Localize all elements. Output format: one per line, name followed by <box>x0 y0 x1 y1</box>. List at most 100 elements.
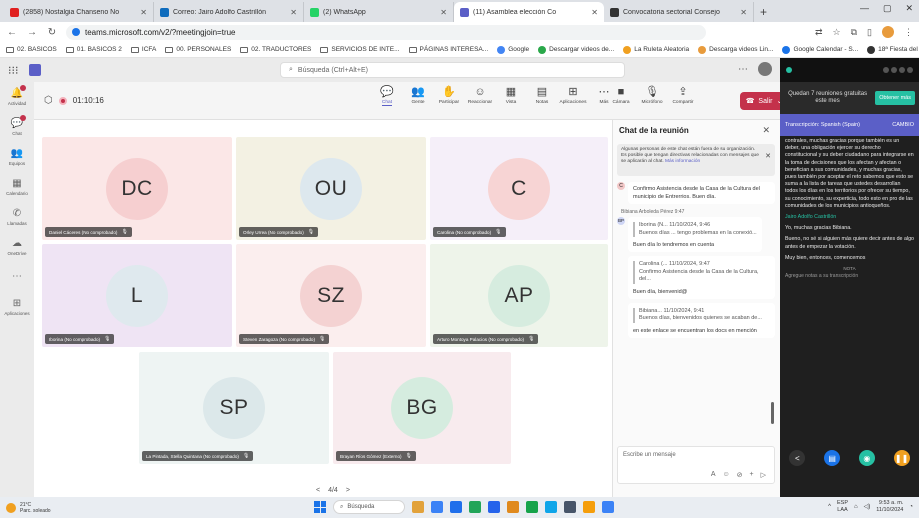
add-icon[interactable]: + <box>750 471 754 479</box>
back-icon[interactable]: ← <box>6 27 18 38</box>
pause-icon[interactable]: ❚❚ <box>893 450 910 466</box>
weather-widget[interactable]: 21°C Parc. soleado <box>6 502 51 514</box>
bookmark-item[interactable]: 02. BASICOS <box>6 46 57 53</box>
user-avatar[interactable] <box>758 62 772 76</box>
minimize-icon[interactable]: — <box>860 3 869 14</box>
control-dot-icon[interactable] <box>883 67 889 73</box>
rail-item[interactable]: 💬 Chat <box>0 112 34 142</box>
rail-item[interactable]: ⊞ Aplicaciones <box>0 292 34 322</box>
quoted-reply[interactable]: Bibiana... 11/10/2024, 9:41 Buenos días,… <box>633 307 770 323</box>
bookmark-item[interactable]: ICFA <box>130 46 156 53</box>
participant-tile[interactable]: SZ Steven Zaragoza (No comprobado) 🎙 <box>236 244 426 347</box>
rail-item[interactable]: ☁ OneDrive <box>0 232 34 262</box>
close-tab-icon[interactable]: ✕ <box>290 8 297 17</box>
share-icon[interactable]: < <box>789 450 806 466</box>
chat-scrollbar[interactable] <box>771 402 774 424</box>
bookmark-item[interactable]: SERVICIOS DE INTE... <box>320 46 400 53</box>
bookmark-item[interactable]: Descarga videos Lin... <box>698 45 773 54</box>
add-note-input[interactable]: Agregue notas a su transcripción <box>780 271 919 281</box>
toolbar-button[interactable]: 👥 Gente <box>403 86 433 106</box>
close-window-icon[interactable]: ✕ <box>905 3 913 14</box>
close-tab-icon[interactable]: ✕ <box>140 8 147 17</box>
taskbar-app-icon[interactable] <box>488 501 500 513</box>
tray-chevron-icon[interactable]: ^ <box>828 504 831 510</box>
toolbar-button[interactable]: 💬 Chat <box>372 86 402 106</box>
bookmark-item[interactable]: 01. BASICOS 2 <box>65 46 122 53</box>
browser-tab[interactable]: (2) WhatsApp ✕ <box>304 2 454 22</box>
browser-menu-icon[interactable]: ⋮ <box>904 27 913 38</box>
rail-item[interactable]: ✆ Llamadas <box>0 202 34 232</box>
camera-icon[interactable]: ◉ <box>858 450 875 466</box>
bookmark-item[interactable]: Descargar videos de... <box>538 45 614 54</box>
rail-item[interactable]: ▦ Calendario <box>0 172 34 202</box>
participant-tile[interactable]: BG Brayan Ríos Gómez (Externo) 🎙 <box>333 352 511 464</box>
quoted-reply[interactable]: Iborina (N... 11/10/2024, 9:46 Buenos dí… <box>633 222 757 237</box>
site-info-icon[interactable] <box>72 28 80 36</box>
format-icon[interactable]: A <box>711 471 716 479</box>
bookmark-item[interactable]: Google <box>497 45 529 54</box>
taskbar-app-icon[interactable] <box>412 501 424 513</box>
translate-icon[interactable]: ⇄ <box>815 27 823 38</box>
participant-tile[interactable]: AP Arturo Montoya Palacios (No comprobado… <box>430 244 608 347</box>
rail-item[interactable]: 👥 Equipos <box>0 142 34 172</box>
toolbar-button[interactable]: ⇪ Compartir <box>668 86 698 105</box>
send-icon[interactable]: ▷ <box>761 471 766 479</box>
toolbar-button[interactable]: ✋ Participar <box>434 86 464 106</box>
profile-avatar[interactable] <box>882 26 894 38</box>
app-launcher-icon[interactable]: ⁝⁝⁝ <box>8 64 19 77</box>
taskbar-app-icon[interactable] <box>469 501 481 513</box>
taskbar-app-icon[interactable] <box>583 501 595 513</box>
participant-tile[interactable]: L Iborina (No comprobado) 🎙 <box>42 244 232 347</box>
toolbar-button[interactable]: ⊞ Aplicaciones <box>558 86 588 106</box>
close-tab-icon[interactable]: ✕ <box>440 8 447 17</box>
settings-more-icon[interactable]: ⋯ <box>738 64 748 75</box>
windows-start-icon[interactable] <box>314 501 326 513</box>
taskbar-app-icon[interactable] <box>450 501 462 513</box>
bookmark-item[interactable]: 18ª Fiesta del Libro... <box>867 45 919 54</box>
sidebar-icon[interactable]: ▯ <box>867 27 872 38</box>
taskbar-app-icon[interactable] <box>526 501 538 513</box>
teams-search-input[interactable]: ⌕ Búsqueda (Ctrl+Alt+E) <box>280 62 625 78</box>
close-tab-icon[interactable]: ✕ <box>591 8 598 17</box>
maximize-icon[interactable]: ▢ <box>883 3 892 14</box>
participant-tile[interactable]: DC Daniel Cáceres (No comprobado) 🎙 <box>42 137 232 240</box>
taskbar-app-icon[interactable] <box>564 501 576 513</box>
notifications-icon[interactable]: ◔ <box>909 504 913 510</box>
taskbar-app-icon[interactable] <box>507 501 519 513</box>
toolbar-button[interactable]: 🎙 Micrófono <box>637 86 667 105</box>
bookmark-item[interactable]: 00. PERSONALES <box>165 46 231 53</box>
emoji-icon[interactable]: ☺ <box>722 471 729 479</box>
toolbar-button[interactable]: ☺ Reaccionar <box>465 86 495 106</box>
participant-tile[interactable]: SP La Pintada, Stella Quintana (No compro… <box>139 352 329 464</box>
toolbar-button[interactable]: ▤ Notas <box>527 86 557 106</box>
bookmark-star-icon[interactable]: ☆ <box>833 27 841 38</box>
participant-tile[interactable]: OU Orley Urrea (No comprobado) 🎙 <box>236 137 426 240</box>
volume-icon[interactable]: ◁) <box>864 503 871 510</box>
extensions-icon[interactable]: ⧉ <box>851 27 857 38</box>
taskbar-search[interactable]: ⌕ Búsqueda <box>333 500 405 514</box>
reload-icon[interactable]: ↻ <box>46 27 58 38</box>
dismiss-notice-icon[interactable]: ✕ <box>765 153 771 160</box>
bookmark-item[interactable]: La Ruleta Aleatoria <box>623 45 689 54</box>
network-icon[interactable]: ⌂ <box>854 504 858 510</box>
notice-link[interactable]: Más información <box>665 159 700 164</box>
bookmark-item[interactable]: Google Calendar - S... <box>782 45 858 54</box>
compose-box[interactable]: Escribe un mensaje A ☺ ⊘ + ▷ <box>617 446 775 484</box>
control-dot-icon[interactable] <box>899 67 905 73</box>
rail-item[interactable]: 🔔 Actividad <box>0 82 34 112</box>
get-more-button[interactable]: Obtener más <box>875 91 915 105</box>
rail-item[interactable]: ⋯ <box>0 262 34 292</box>
bookmark-item[interactable]: 02. TRADUCTORES <box>240 46 311 53</box>
quoted-reply[interactable]: Carolina (... 11/10/2024, 9:47 Confirmo … <box>633 261 770 284</box>
taskbar-app-icon[interactable] <box>545 501 557 513</box>
attach-icon[interactable]: ⊘ <box>737 471 743 479</box>
browser-tab[interactable]: Convocatoria sectorial Consejo ✕ <box>604 2 754 22</box>
control-dot-icon[interactable] <box>907 67 913 73</box>
close-tab-icon[interactable]: ✕ <box>740 8 747 17</box>
browser-tab[interactable]: (11) Asamblea elección Co ✕ <box>454 2 604 22</box>
participant-tile[interactable]: C Carolina (No comprobado) 🎙 <box>430 137 608 240</box>
url-bar[interactable]: teams.microsoft.com/v2/?meetingjoin=true <box>66 24 706 40</box>
close-chat-icon[interactable]: ✕ <box>762 125 770 136</box>
clock[interactable]: 9:53 a. m. 11/10/2024 <box>876 500 903 513</box>
document-icon[interactable]: ▤ <box>824 450 841 466</box>
